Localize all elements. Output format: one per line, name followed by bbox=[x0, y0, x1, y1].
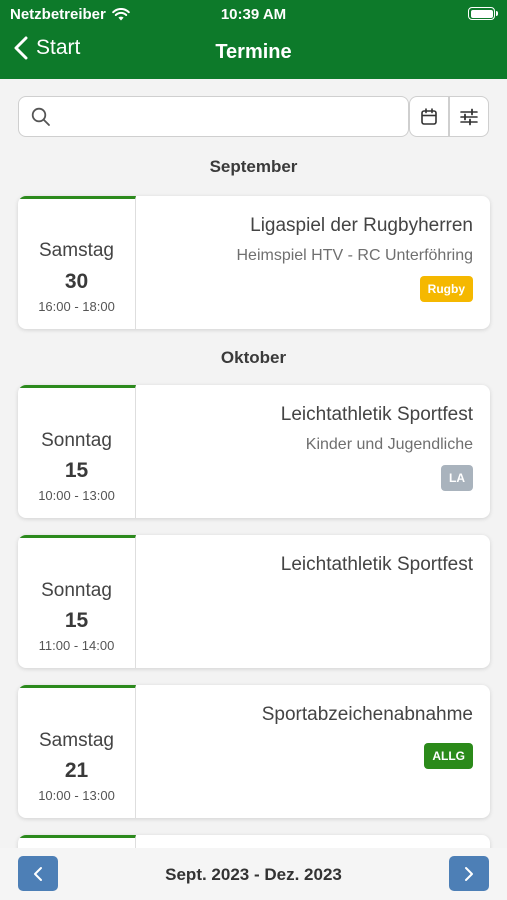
month-header-oktober: Oktober bbox=[220, 348, 287, 367]
event-subtitle: Kinder und Jugendliche bbox=[305, 436, 473, 453]
event-title: Leichtathletik Sportfest bbox=[280, 404, 473, 425]
event-card[interactable]: Sonntag 15 10:00 - 13:00 Leichtathletik … bbox=[18, 385, 490, 518]
event-weekday: Sonntag bbox=[41, 430, 112, 451]
month-header-september: September bbox=[209, 157, 298, 176]
calendar-icon bbox=[421, 107, 437, 125]
event-card[interactable]: Samstag 30 16:00 - 18:00 Ligaspiel der R… bbox=[18, 196, 490, 329]
category-tag: ALLG bbox=[424, 743, 473, 769]
category-tag: Rugby bbox=[419, 276, 473, 302]
status-time: 10:39 AM bbox=[220, 6, 287, 23]
filter-button[interactable] bbox=[449, 96, 489, 137]
event-day: 21 bbox=[64, 759, 89, 782]
event-weekday: Samstag bbox=[39, 240, 114, 261]
event-title: Sportabzeichenabnahme bbox=[261, 704, 473, 725]
category-tag: LA bbox=[441, 465, 473, 491]
event-day: 15 bbox=[64, 609, 89, 632]
event-title: Leichtathletik Sportfest bbox=[280, 554, 473, 575]
date-range-label: Sept. 2023 - Dez. 2023 bbox=[165, 865, 342, 884]
sliders-icon bbox=[460, 108, 478, 125]
event-card[interactable]: Samstag 21 10:00 - 13:00 Sportabzeichena… bbox=[18, 685, 490, 818]
event-date: Samstag 30 16:00 - 18:00 bbox=[18, 196, 136, 329]
search-input[interactable] bbox=[59, 97, 399, 136]
calendar-button[interactable] bbox=[409, 96, 449, 137]
event-day: 15 bbox=[64, 459, 89, 482]
event-time: 16:00 - 18:00 bbox=[38, 299, 115, 314]
event-subtitle: Heimspiel HTV - RC Unterföhring bbox=[236, 247, 473, 264]
app-header: Netzbetreiber 10:39 AM Start Termine bbox=[0, 0, 507, 79]
event-time: 10:00 - 13:00 bbox=[38, 788, 115, 803]
event-title: Ligaspiel der Rugbyherren bbox=[250, 215, 473, 236]
battery-icon bbox=[468, 7, 498, 20]
event-date: Samstag 21 10:00 - 13:00 bbox=[18, 685, 136, 818]
event-card[interactable]: Sonntag 15 11:00 - 14:00 Leichtathletik … bbox=[18, 535, 490, 668]
nav-bar: Start Termine bbox=[0, 34, 507, 70]
event-weekday: Sonntag bbox=[41, 580, 112, 601]
event-date: Sonntag 15 11:00 - 14:00 bbox=[18, 535, 136, 668]
event-time: 10:00 - 13:00 bbox=[38, 488, 115, 503]
pagination-bar: Sept. 2023 - Dez. 2023 bbox=[0, 848, 507, 900]
chevron-right-icon bbox=[465, 866, 473, 881]
event-weekday: Samstag bbox=[39, 730, 114, 751]
page-title: Termine bbox=[215, 41, 292, 63]
event-date: Sonntag 15 10:00 - 13:00 bbox=[18, 385, 136, 518]
event-time: 11:00 - 14:00 bbox=[38, 638, 115, 653]
search-field[interactable] bbox=[18, 96, 409, 137]
status-bar: Netzbetreiber 10:39 AM bbox=[0, 0, 507, 28]
next-period-button[interactable] bbox=[449, 856, 489, 891]
search-icon bbox=[31, 107, 50, 126]
event-day: 30 bbox=[64, 270, 89, 293]
